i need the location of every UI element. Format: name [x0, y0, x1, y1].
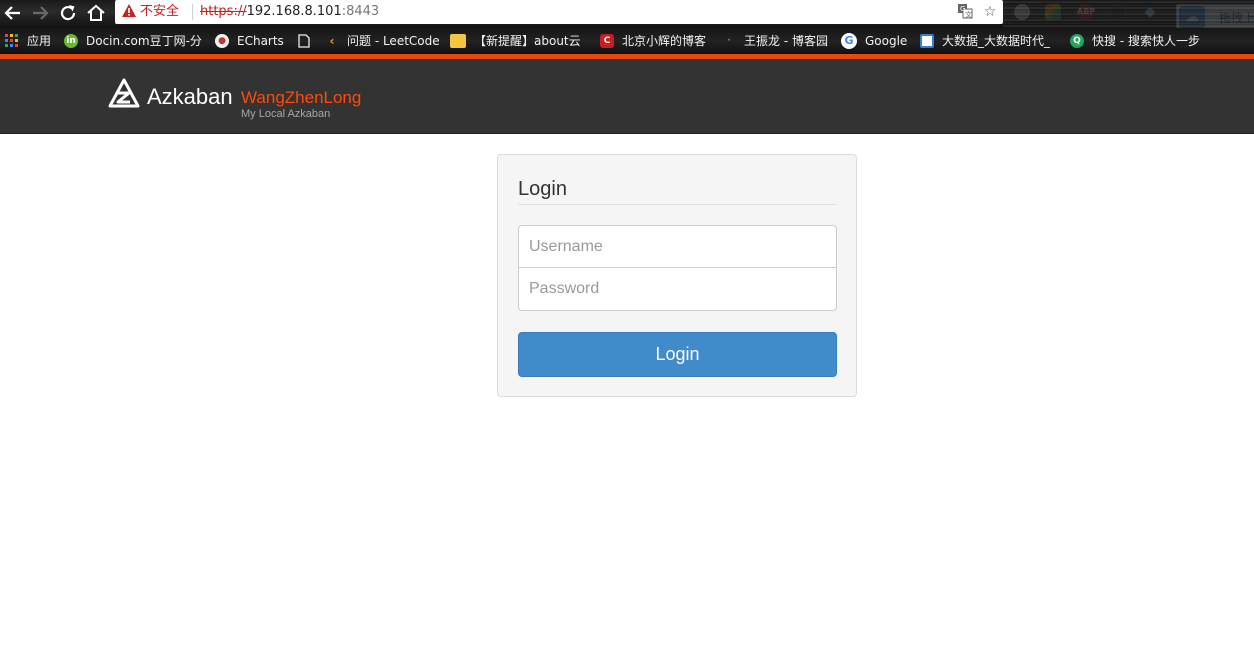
google-icon: G	[841, 33, 857, 49]
bookmark-label: Docin.com豆丁网-分	[86, 34, 202, 48]
leetcode-icon: ‹	[329, 34, 335, 48]
home-button[interactable]	[85, 2, 107, 24]
baidu-drag-button[interactable]: ☁ 拖拽上	[1176, 4, 1254, 30]
bookmark-label: 应用	[27, 34, 52, 48]
arrow-left-icon	[4, 6, 20, 20]
login-divider	[518, 204, 837, 205]
bookmark-star-icon[interactable]: ☆	[981, 3, 999, 21]
bookmark-label: 问题 - LeetCode	[347, 34, 440, 48]
aboutyun-icon	[450, 34, 466, 48]
page-icon	[297, 34, 311, 48]
app-header: Azkaban WangZhenLong My Local Azkaban	[0, 59, 1254, 134]
reload-icon	[60, 5, 76, 21]
username-input[interactable]	[518, 225, 837, 268]
bookmark-label: 王振龙 - 博客园	[744, 34, 828, 48]
reload-button[interactable]	[57, 2, 79, 24]
url-text[interactable]: https://192.168.8.101:8443	[200, 3, 379, 20]
warning-icon	[122, 4, 136, 17]
docin-icon: in	[64, 34, 78, 48]
echarts-icon: ●	[215, 34, 229, 48]
login-heading: Login	[518, 178, 567, 200]
extension-circle-icon[interactable]	[1014, 4, 1030, 20]
diamond-icon[interactable]: ◆	[1142, 4, 1158, 20]
bookmark-label: ECharts	[237, 34, 284, 48]
azkaban-logo-icon[interactable]	[108, 78, 140, 108]
address-divider	[192, 4, 193, 20]
bookmark-csdn[interactable]: C 北京小辉的博客	[600, 32, 706, 50]
app-title[interactable]: Azkaban	[147, 84, 233, 110]
adblock-plus-icon[interactable]: ABP	[1077, 4, 1095, 20]
bookmark-aboutyun[interactable]: 【新提醒】about云	[450, 32, 588, 50]
bookmark-label: 快搜 - 搜索快人一步	[1092, 34, 1200, 48]
back-button[interactable]	[2, 2, 24, 24]
password-input[interactable]	[518, 268, 837, 311]
bigdata-icon	[920, 34, 934, 48]
translate-icon[interactable]: G文	[956, 3, 974, 21]
bookmark-leetcode[interactable]: ‹ 问题 - LeetCode	[325, 32, 440, 50]
bookmark-google[interactable]: G Google	[841, 32, 907, 50]
url-host: 192.168.8.101	[246, 4, 342, 19]
extension-dark-icon[interactable]	[1110, 4, 1126, 20]
cnblogs-icon: ·	[727, 36, 731, 46]
bookmark-docin[interactable]: in Docin.com豆丁网-分	[64, 32, 204, 50]
bookmark-label: Google	[865, 34, 908, 48]
svg-text:文: 文	[965, 10, 972, 19]
app-instance-name: WangZhenLong	[241, 88, 362, 107]
login-button[interactable]: Login	[518, 332, 837, 377]
kuaisou-icon: Q	[1070, 34, 1084, 48]
bookmark-kuaisou[interactable]: Q 快搜 - 搜索快人一步	[1070, 32, 1205, 50]
address-bar[interactable]: 不安全 https://192.168.8.101:8443 G文 ☆	[115, 0, 1003, 24]
bookmark-apps[interactable]: 应用	[5, 32, 51, 50]
browser-toolbar: 不安全 https://192.168.8.101:8443 G文 ☆ ABP …	[0, 0, 1254, 30]
security-label[interactable]: 不安全	[140, 3, 179, 20]
home-icon	[87, 4, 105, 21]
bookmark-label: 【新提醒】about云	[474, 34, 581, 48]
app-subtitle: My Local Azkaban	[241, 108, 331, 120]
apps-grid-icon	[5, 34, 19, 48]
arrow-right-icon	[33, 6, 49, 20]
bookmark-label: 大数据_大数据时代_	[942, 34, 1051, 48]
csdn-icon: C	[600, 34, 614, 48]
bookmark-bigdata[interactable]: 大数据_大数据时代_	[920, 32, 1058, 50]
bookmarks-bar: 应用 in Docin.com豆丁网-分 ● ECharts ‹ 问题 - Le…	[0, 28, 1254, 54]
extension-color-icon[interactable]	[1045, 4, 1061, 20]
url-scheme: https://	[200, 4, 247, 19]
bookmark-echarts[interactable]: ● ECharts	[215, 32, 284, 50]
bookmark-label: 北京小辉的博客	[622, 34, 707, 48]
baidu-cloud-icon: ☁	[1179, 6, 1205, 28]
bookmark-cnblogs[interactable]: · 王振龙 - 博客园	[722, 32, 828, 50]
baidu-drag-label: 拖拽上	[1219, 11, 1254, 25]
bookmark-page[interactable]	[297, 32, 319, 50]
forward-button[interactable]	[29, 2, 51, 24]
login-panel: Login Login	[497, 154, 857, 397]
url-port: :8443	[341, 4, 380, 19]
